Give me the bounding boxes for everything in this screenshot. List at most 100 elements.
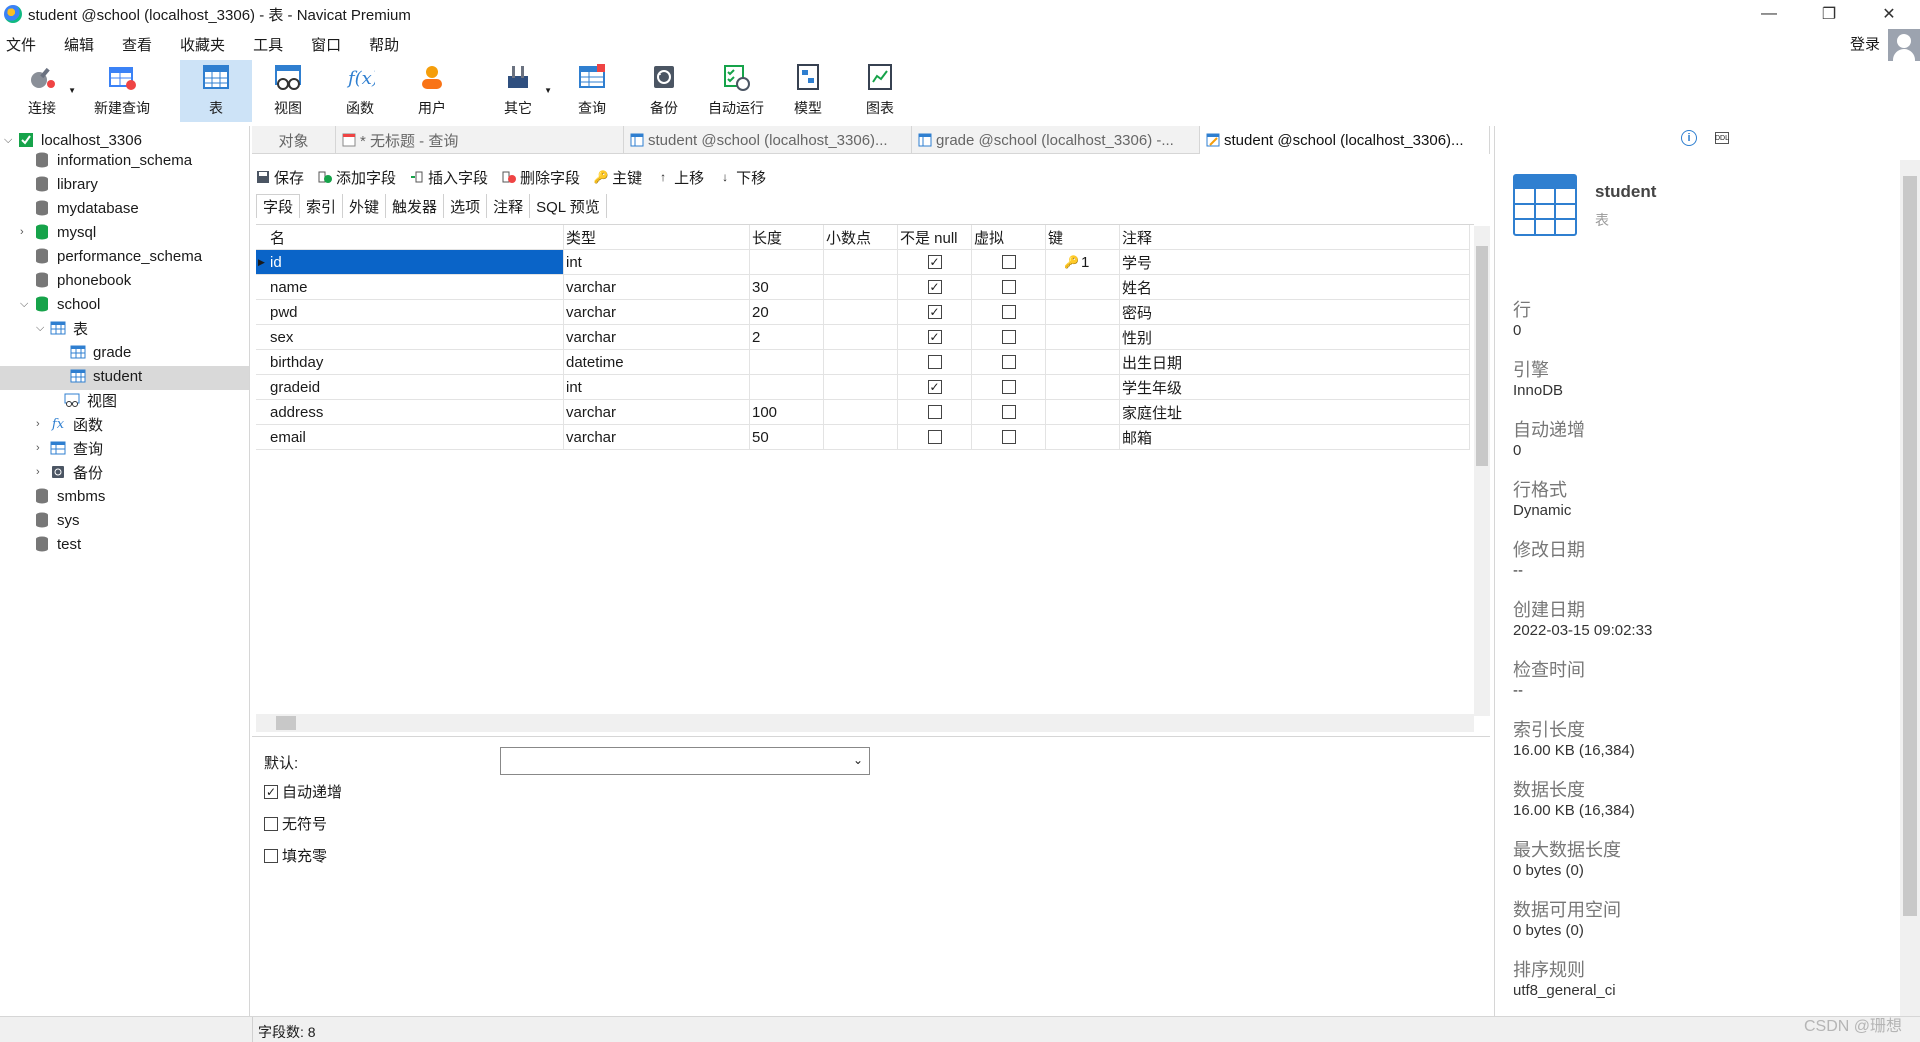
grid-horizontal-scrollbar[interactable] xyxy=(256,714,1474,732)
menu-file[interactable]: 文件 xyxy=(0,34,46,55)
default-select[interactable]: ⌄ xyxy=(500,747,870,775)
tree-node-database[interactable]: › mysql xyxy=(20,220,96,244)
insert-field-button[interactable]: 插入字段 xyxy=(410,167,488,188)
cell-field-length[interactable]: 20 xyxy=(750,300,824,325)
cell-virtual[interactable] xyxy=(972,325,1046,350)
cell-field-length[interactable]: 50 xyxy=(750,425,824,450)
cell-field-length[interactable] xyxy=(750,375,824,400)
cell-key[interactable] xyxy=(1046,275,1120,300)
cell-field-length[interactable]: 30 xyxy=(750,275,824,300)
cell-key[interactable] xyxy=(1046,325,1120,350)
toolbar-query-button[interactable]: 查询 xyxy=(556,60,628,122)
cell-not-null[interactable] xyxy=(898,350,972,375)
chevron-down-icon[interactable]: ⌵ xyxy=(20,298,34,311)
toolbar-chart-button[interactable]: 图表 xyxy=(844,60,916,122)
tree-node-database[interactable]: sys xyxy=(20,508,80,532)
toolbar-other-button[interactable]: 其它 ▼ xyxy=(482,60,554,122)
subtab-foreign-keys[interactable]: 外键 xyxy=(343,194,387,218)
chevron-right-icon[interactable]: › xyxy=(36,466,50,478)
cell-field-name[interactable]: email xyxy=(256,425,564,450)
chevron-right-icon[interactable]: › xyxy=(20,226,34,238)
column-header-key[interactable]: 键 xyxy=(1046,225,1120,250)
cell-not-null[interactable]: ✓ xyxy=(898,300,972,325)
subtab-triggers[interactable]: 触发器 xyxy=(386,194,445,218)
cell-comment[interactable]: 家庭住址 xyxy=(1120,400,1470,425)
tree-node-database[interactable]: library xyxy=(20,172,98,196)
toolbar-connect-button[interactable]: 连接 ▼ xyxy=(6,60,78,122)
cell-comment[interactable]: 出生日期 xyxy=(1120,350,1470,375)
cell-comment[interactable]: 邮箱 xyxy=(1120,425,1470,450)
cell-field-name[interactable]: gradeid xyxy=(256,375,564,400)
cell-not-null[interactable] xyxy=(898,425,972,450)
ddl-icon[interactable]: DDL xyxy=(1715,132,1729,144)
not-null-checkbox[interactable] xyxy=(927,430,942,444)
chevron-down-icon[interactable]: ▼ xyxy=(68,86,76,95)
tab-student-data[interactable]: student @school (localhost_3306)... xyxy=(624,126,912,154)
subtab-fields[interactable]: 字段 xyxy=(256,194,301,218)
save-button[interactable]: 保存 xyxy=(256,167,304,188)
table-row[interactable]: sex varchar 2 ✓ 性别 xyxy=(256,325,1470,350)
virtual-checkbox[interactable] xyxy=(1001,280,1016,294)
cell-field-type[interactable]: varchar xyxy=(564,325,750,350)
grid-vertical-scrollbar[interactable] xyxy=(1474,226,1490,716)
tree-node-database[interactable]: phonebook xyxy=(20,268,131,292)
login-link[interactable]: 登录 xyxy=(1850,33,1880,54)
cell-not-null[interactable]: ✓ xyxy=(898,250,972,275)
table-row[interactable]: birthday datetime 出生日期 xyxy=(256,350,1470,375)
column-header-comment[interactable]: 注释 xyxy=(1120,225,1470,250)
cell-not-null[interactable]: ✓ xyxy=(898,375,972,400)
cell-field-type[interactable]: varchar xyxy=(564,300,750,325)
virtual-checkbox[interactable] xyxy=(1001,305,1016,319)
tree-node-backups[interactable]: › 备份 xyxy=(36,460,103,484)
tab-objects[interactable]: 对象 xyxy=(252,126,336,154)
cell-field-name[interactable]: birthday xyxy=(256,350,564,375)
cell-field-decimals[interactable] xyxy=(824,425,898,450)
info-panel-scrollbar[interactable] xyxy=(1900,160,1920,1016)
chevron-right-icon[interactable]: › xyxy=(36,418,50,430)
tab-student-design[interactable]: student @school (localhost_3306)... xyxy=(1200,126,1490,154)
cell-field-type[interactable]: datetime xyxy=(564,350,750,375)
table-row[interactable]: address varchar 100 家庭住址 xyxy=(256,400,1470,425)
tree-node-table-grade[interactable]: grade xyxy=(70,340,131,364)
toolbar-model-button[interactable]: 模型 xyxy=(772,60,844,122)
zerofill-checkbox[interactable]: 填充零 xyxy=(264,845,327,866)
column-header-not-null[interactable]: 不是 null xyxy=(898,225,972,250)
tree-node-database[interactable]: test xyxy=(20,532,81,556)
cell-not-null[interactable]: ✓ xyxy=(898,275,972,300)
not-null-checkbox[interactable] xyxy=(927,355,942,369)
virtual-checkbox[interactable] xyxy=(1001,430,1016,444)
tree-node-database[interactable]: information_schema xyxy=(20,148,192,172)
cell-field-decimals[interactable] xyxy=(824,300,898,325)
cell-field-name[interactable]: id xyxy=(256,250,564,275)
virtual-checkbox[interactable] xyxy=(1001,380,1016,394)
virtual-checkbox[interactable] xyxy=(1001,405,1016,419)
subtab-indexes[interactable]: 索引 xyxy=(300,194,344,218)
subtab-sql-preview[interactable]: SQL 预览 xyxy=(530,194,607,218)
cell-key[interactable] xyxy=(1046,400,1120,425)
move-down-button[interactable]: ↓ 下移 xyxy=(718,167,766,188)
tree-node-school[interactable]: ⌵ school xyxy=(20,292,100,316)
avatar-icon[interactable] xyxy=(1888,29,1920,63)
cell-comment[interactable]: 学生年级 xyxy=(1120,375,1470,400)
cell-field-type[interactable]: int xyxy=(564,250,750,275)
toolbar-function-button[interactable]: f(x) 函数 xyxy=(324,60,396,122)
cell-field-name[interactable]: sex xyxy=(256,325,564,350)
cell-not-null[interactable] xyxy=(898,400,972,425)
virtual-checkbox[interactable] xyxy=(1001,330,1016,344)
cell-not-null[interactable]: ✓ xyxy=(898,325,972,350)
table-row[interactable]: name varchar 30 ✓ 姓名 xyxy=(256,275,1470,300)
auto-increment-checkbox[interactable]: ✓ 自动递增 xyxy=(264,781,342,802)
cell-field-decimals[interactable] xyxy=(824,275,898,300)
chevron-down-icon[interactable]: ▼ xyxy=(544,86,552,95)
subtab-comment[interactable]: 注释 xyxy=(487,194,531,218)
chevron-down-icon[interactable]: ⌵ xyxy=(36,322,50,335)
primary-key-button[interactable]: 🔑 主键 xyxy=(594,167,642,188)
tree-node-table-student[interactable]: student xyxy=(70,364,142,388)
not-null-checkbox[interactable]: ✓ xyxy=(927,330,942,344)
cell-virtual[interactable] xyxy=(972,400,1046,425)
close-button[interactable]: ✕ xyxy=(1860,0,1918,28)
table-row[interactable]: email varchar 50 邮箱 xyxy=(256,425,1470,450)
cell-field-name[interactable]: address xyxy=(256,400,564,425)
not-null-checkbox[interactable]: ✓ xyxy=(927,255,942,269)
cell-field-type[interactable]: varchar xyxy=(564,275,750,300)
